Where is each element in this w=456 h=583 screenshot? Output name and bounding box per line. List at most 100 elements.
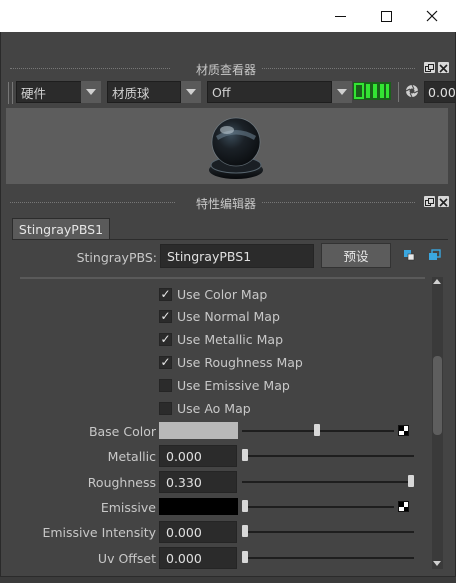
minimize-icon: [334, 15, 346, 17]
uv-offset-value: 0.000: [166, 550, 202, 566]
checkbox-label: Use Roughness Map: [177, 354, 303, 370]
roughness-label: Roughness: [87, 474, 156, 490]
shape-dropdown-arrow[interactable]: [181, 81, 201, 103]
render-status-button[interactable]: [352, 80, 392, 102]
attribute-editor-title: 特性编辑器: [189, 194, 262, 212]
emissive-intensity-value: 0.000: [166, 524, 202, 540]
tab-strip-line: [12, 239, 448, 240]
environment-dropdown[interactable]: Off: [207, 81, 332, 103]
tab-stingraypbs1[interactable]: StingrayPBS1: [12, 218, 110, 240]
base-color-map-button[interactable]: [398, 425, 409, 436]
use-metallic-map-checkbox[interactable]: ✓ Use Metallic Map: [159, 329, 283, 349]
checkbox-label: Use Metallic Map: [177, 331, 284, 347]
emissive-color-swatch[interactable]: [159, 498, 238, 515]
close-icon: [439, 64, 448, 73]
metallic-field[interactable]: 0.000: [159, 445, 237, 467]
use-emissive-map-checkbox[interactable]: Use Emissive Map: [159, 375, 290, 395]
chevron-up-icon: [433, 279, 441, 284]
float-panel-button[interactable]: [424, 62, 435, 73]
header-divider: [10, 68, 170, 69]
environment-value: Off: [212, 84, 231, 100]
uv-offset-label: Uv Offset: [97, 550, 156, 566]
shape-value: 材质球: [112, 85, 150, 101]
roughness-field[interactable]: 0.330: [159, 471, 237, 493]
copy-tab-button[interactable]: [428, 249, 441, 261]
header-divider: [245, 202, 415, 203]
close-button[interactable]: [409, 0, 455, 32]
checkbox-label: Use Color Map: [177, 286, 268, 302]
header-divider: [250, 68, 415, 69]
float-icon: [425, 198, 434, 206]
metallic-slider-track[interactable]: [242, 455, 414, 457]
chevron-down-icon: [433, 561, 441, 566]
emissive-map-button[interactable]: [398, 501, 409, 512]
scrollbar-thumb[interactable]: [433, 356, 442, 435]
uv-offset-field[interactable]: 0.000: [159, 547, 237, 569]
presets-button[interactable]: 预设: [321, 243, 391, 268]
float-icon: [425, 64, 434, 72]
copy-tab-icon: [429, 249, 441, 260]
checkbox-label: Use Emissive Map: [177, 377, 290, 393]
float-panel-button[interactable]: [424, 196, 435, 207]
maximize-button[interactable]: [363, 0, 409, 32]
use-roughness-map-checkbox[interactable]: ✓ Use Roughness Map: [159, 352, 303, 372]
node-focus-icon: [404, 250, 415, 261]
close-icon: [426, 10, 438, 22]
close-panel-button[interactable]: [438, 62, 449, 73]
checkmark-icon: ✓: [160, 355, 171, 369]
toolbar-divider: [398, 82, 402, 102]
material-viewer-title: 材质查看器: [189, 60, 262, 78]
header-divider: [10, 202, 175, 203]
emissive-intensity-slider-thumb[interactable]: [242, 525, 248, 537]
checkbox-box[interactable]: ✓: [159, 355, 172, 369]
uv-offset-slider-track[interactable]: [242, 557, 414, 559]
close-panel-button[interactable]: [438, 196, 449, 207]
use-normal-map-checkbox[interactable]: ✓ Use Normal Map: [159, 306, 280, 326]
aperture-icon: [405, 84, 419, 98]
checkmark-icon: ✓: [160, 332, 171, 346]
node-name-field[interactable]: StingrayPBS1: [160, 244, 314, 268]
checkbox-box[interactable]: ✓: [159, 287, 172, 301]
checkbox-label: Use Ao Map: [177, 400, 251, 416]
base-color-swatch[interactable]: [159, 422, 238, 439]
renderer-dropdown-arrow[interactable]: [81, 81, 101, 103]
checkbox-box[interactable]: ✓: [159, 332, 172, 346]
checkbox-box[interactable]: [159, 378, 172, 392]
base-color-label: Base Color: [88, 423, 156, 439]
roughness-value: 0.330: [166, 474, 202, 490]
attribute-editor-header: 特性编辑器: [0, 194, 452, 212]
toolbar-grip[interactable]: [8, 82, 13, 104]
chevron-down-icon: [186, 89, 196, 95]
metallic-slider-thumb[interactable]: [242, 449, 248, 461]
maximize-icon: [380, 10, 392, 22]
use-ao-map-checkbox[interactable]: Use Ao Map: [159, 398, 251, 418]
minimize-button[interactable]: [317, 0, 363, 32]
render-status-icon: [353, 82, 391, 100]
checkbox-box[interactable]: [159, 401, 172, 415]
presets-label: 预设: [343, 249, 369, 264]
emissive-intensity-slider-track[interactable]: [242, 531, 414, 533]
material-swatch-view[interactable]: [6, 108, 448, 184]
metallic-label: Metallic: [107, 448, 156, 464]
use-color-map-checkbox[interactable]: ✓ Use Color Map: [159, 284, 267, 304]
shape-dropdown[interactable]: 材质球: [107, 81, 181, 103]
emissive-intensity-field[interactable]: 0.000: [159, 521, 237, 543]
scroll-down-button[interactable]: [433, 561, 441, 566]
exposure-button[interactable]: [405, 84, 419, 98]
roughness-slider-track[interactable]: [242, 481, 414, 483]
emissive-slider-thumb[interactable]: [242, 500, 248, 512]
section-separator: [20, 277, 425, 279]
roughness-slider-thumb[interactable]: [408, 475, 414, 487]
metallic-value: 0.000: [166, 448, 202, 464]
renderer-dropdown[interactable]: 硬件: [16, 81, 82, 103]
scroll-up-button[interactable]: [433, 279, 441, 284]
emissive-slider-track[interactable]: [242, 506, 394, 508]
close-icon: [439, 198, 448, 207]
show-input-button[interactable]: [403, 249, 415, 261]
base-color-slider-thumb[interactable]: [314, 424, 320, 436]
uv-offset-slider-thumb[interactable]: [242, 551, 248, 563]
environment-dropdown-arrow[interactable]: [332, 81, 352, 103]
checkmark-icon: ✓: [160, 309, 171, 323]
exposure-field[interactable]: 0.00: [424, 81, 456, 103]
checkbox-box[interactable]: ✓: [159, 309, 172, 323]
